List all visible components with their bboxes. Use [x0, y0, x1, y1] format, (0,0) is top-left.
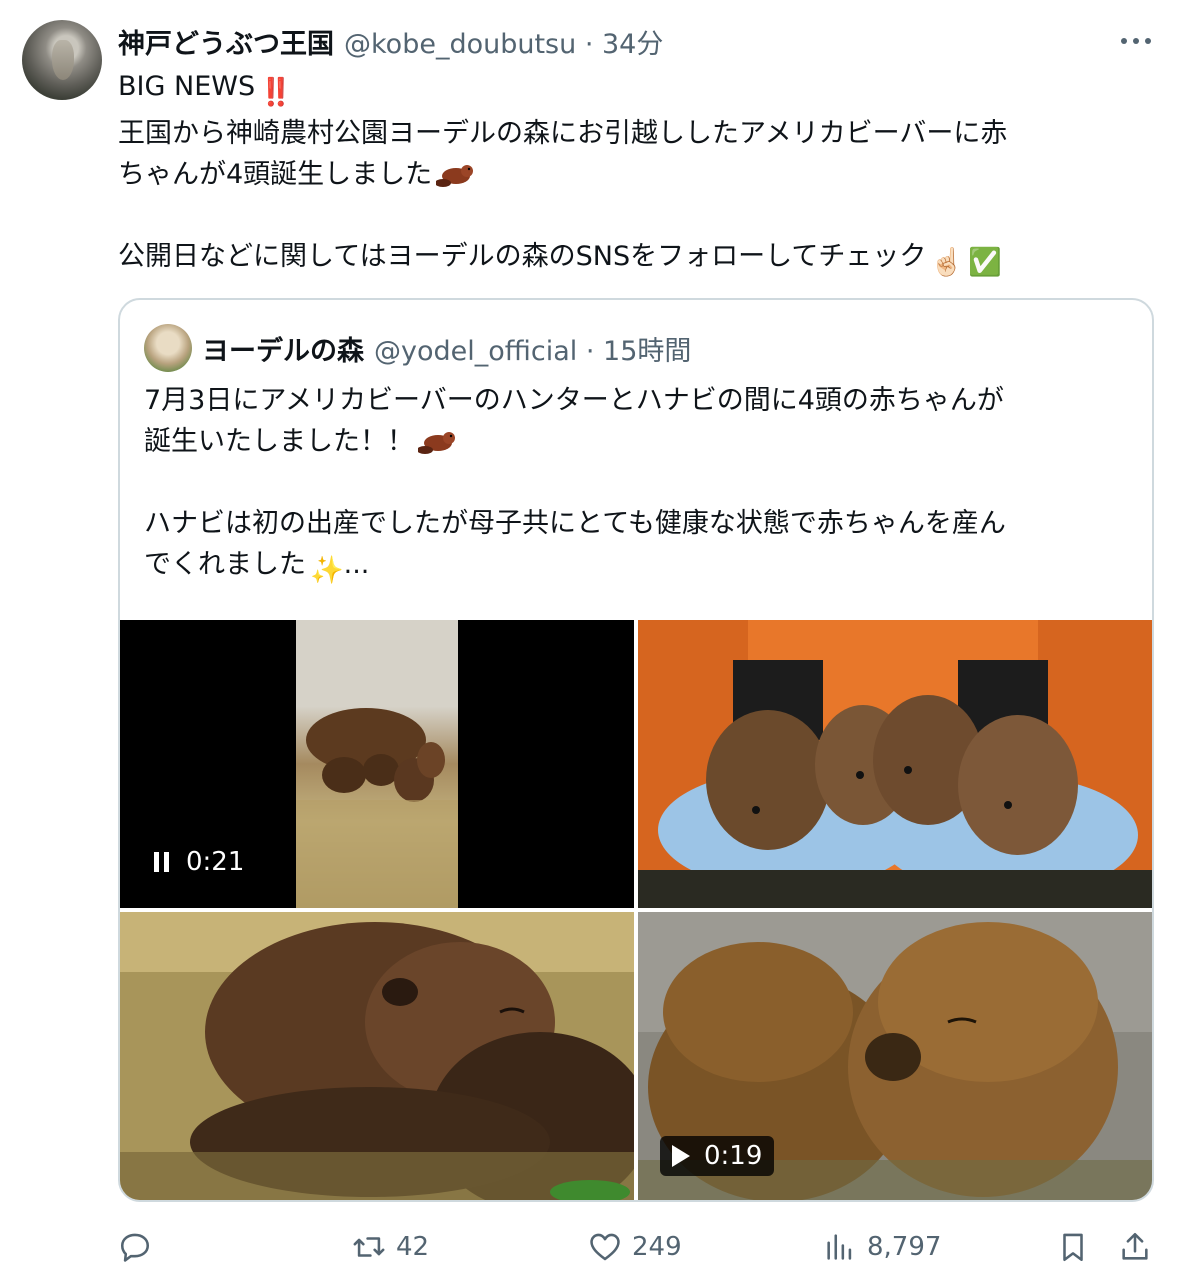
- share-icon: [1122, 1232, 1148, 1260]
- play-icon[interactable]: [672, 1145, 690, 1167]
- tweet-text-line: 公開日などに関してはヨーデルの森のSNSをフォローしてチェック: [118, 241, 927, 272]
- tweet-time[interactable]: 34分: [602, 29, 663, 60]
- reply-button[interactable]: [118, 1222, 152, 1272]
- views-button[interactable]: 8,797: [823, 1222, 941, 1272]
- tweet-text-line: 王国から神崎農村公園ヨーデルの森にお引越ししたアメリカビーバーに赤: [118, 118, 1008, 149]
- tweet-text-line: BIG NEWS: [118, 71, 256, 102]
- quoted-author-handle[interactable]: @yodel_official: [374, 336, 577, 367]
- quoted-author-handle-time: @yodel_official · 15時間: [374, 335, 692, 367]
- video-duration: 0:19: [704, 1141, 763, 1171]
- like-button[interactable]: 249: [588, 1222, 682, 1272]
- share-button[interactable]: [1118, 1222, 1152, 1272]
- quoted-tweet[interactable]: ヨーデルの森 @yodel_official · 15時間 7月3日にアメリカビ…: [118, 298, 1154, 1202]
- tweet-text-line: ちゃんが4頭誕生しました: [118, 159, 433, 190]
- check-mark-emoji: ✅: [967, 247, 1002, 278]
- view-count: 8,797: [867, 1232, 942, 1262]
- tweet-header: 神戸どうぶつ王国 @kobe_doubutsu · 34分: [118, 22, 663, 60]
- views-chart-icon: [827, 1234, 852, 1260]
- photo-tile-3[interactable]: [120, 912, 634, 1200]
- video-duration: 0:21: [186, 847, 245, 877]
- video-duration-badge: 0:19: [660, 1136, 775, 1176]
- quoted-text-line: 誕生いたしました！！: [144, 426, 414, 457]
- tweet-action-bar: 42 249 8,797: [118, 1222, 1158, 1272]
- retweet-icon: [353, 1237, 385, 1257]
- bookmark-button[interactable]: [1056, 1222, 1090, 1272]
- photo-tile-2[interactable]: [638, 620, 1152, 908]
- retweet-button[interactable]: 42: [352, 1222, 429, 1272]
- like-count: 249: [632, 1232, 682, 1262]
- quoted-tweet-text: 7月3日にアメリカビーバーのハンターとハナビの間に4頭の赤ちゃんが 誕生いたしま…: [144, 380, 1134, 591]
- heart-icon: [590, 1233, 620, 1261]
- author-handle-time: @kobe_doubutsu · 34分: [344, 28, 664, 60]
- pause-icon[interactable]: [154, 852, 172, 872]
- more-options-icon[interactable]: [1116, 26, 1156, 56]
- beaver-emoji-icon: [418, 432, 455, 454]
- double-exclamation-emoji: ‼️: [259, 77, 293, 108]
- sparkles-emoji: ✨: [310, 555, 344, 586]
- video-tile-4[interactable]: 0:19: [638, 912, 1152, 1200]
- quoted-tweet-time[interactable]: 15時間: [603, 336, 691, 367]
- quoted-text-line: でくれました: [144, 549, 306, 580]
- quoted-text-line: 7月3日にアメリカビーバーのハンターとハナビの間に4頭の赤ちゃんが: [144, 385, 1004, 416]
- tweet-text: BIG NEWS ‼️ 王国から神崎農村公園ヨーデルの森にお引越ししたアメリカビー…: [118, 66, 1118, 283]
- author-display-name[interactable]: 神戸どうぶつ王国: [118, 22, 334, 61]
- beaver-emoji-icon: [436, 165, 474, 187]
- pointing-finger-emoji: ☝🏻: [930, 247, 964, 278]
- quoted-tweet-header: ヨーデルの森 @yodel_official · 15時間: [202, 328, 691, 368]
- media-grid: 0:21 0:19: [120, 620, 1152, 1200]
- reply-icon: [120, 1233, 150, 1262]
- video-tile-1[interactable]: 0:21: [120, 620, 634, 908]
- author-avatar[interactable]: [22, 20, 102, 100]
- quoted-author-avatar[interactable]: [144, 324, 192, 372]
- video-frame-beavers-on-straw: [296, 620, 458, 908]
- quoted-author-display-name[interactable]: ヨーデルの森: [202, 329, 364, 368]
- quoted-text-line: ハナビは初の出産でしたが母子共にとても健康な状態で赤ちゃんを産ん: [144, 508, 1006, 539]
- bookmark-icon: [1063, 1233, 1083, 1262]
- author-handle[interactable]: @kobe_doubutsu: [344, 29, 576, 60]
- truncation-ellipsis: ...: [343, 549, 370, 580]
- retweet-count: 42: [396, 1232, 430, 1262]
- video-duration-badge: 0:21: [142, 842, 256, 882]
